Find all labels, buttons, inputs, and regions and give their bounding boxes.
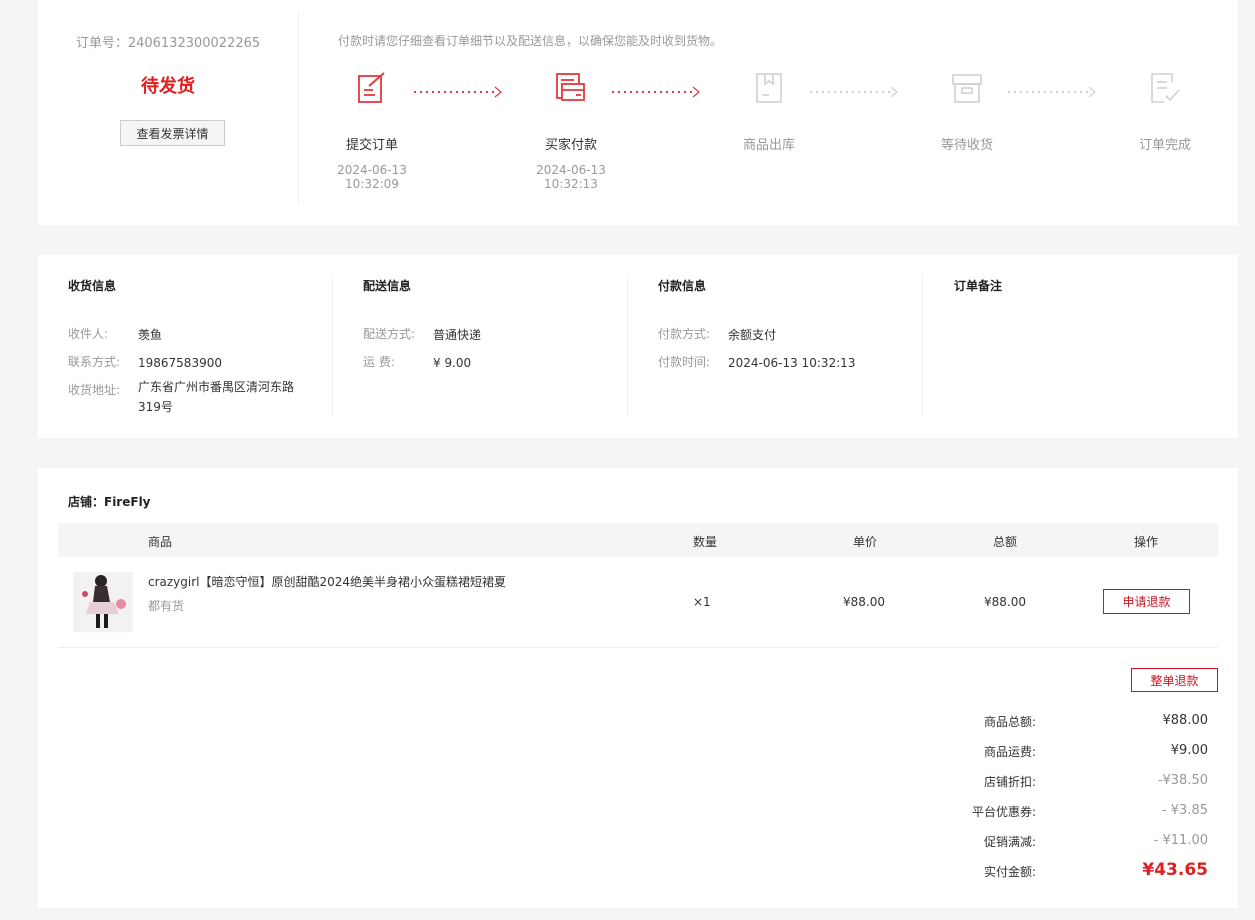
step-time: 10:32:13 <box>544 177 598 191</box>
summary-label: 平台优惠券: <box>971 805 1036 819</box>
receiver-phone: 19867583900 <box>138 356 222 370</box>
refund-whole-order-button[interactable]: 整单退款 <box>1131 668 1218 692</box>
payment-time: 2024-06-13 10:32:13 <box>728 356 856 370</box>
receiver-info: 收货信息 收件人: 羡鱼 联系方式: 19867583900 收货地址: 广东省… <box>38 255 333 438</box>
summary-value: - ¥3.85 <box>1161 803 1208 818</box>
summary-platform-coupon: 平台优惠券: - ¥3.85 <box>972 803 1208 823</box>
product-thumbnail[interactable] <box>73 572 133 632</box>
payment-method: 余额支付 <box>728 328 777 342</box>
summary-label: 促销满减: <box>983 835 1036 849</box>
receiver-name: 羡鱼 <box>138 328 163 342</box>
summary-paid-amount: 实付金额: ¥43.65 <box>978 860 1208 883</box>
product-price: ¥88.00 <box>843 595 885 609</box>
receiver-address: 广东省广州市番禺区清河东路319号 <box>138 380 295 414</box>
step-arrow <box>414 86 502 98</box>
header-action: 操作 <box>1134 535 1159 549</box>
product-spec: 都有货 <box>148 599 185 613</box>
order-goods-card: 店铺：FireFly 商品 数量 单价 总额 操作 crazygirl【暗恋守恒… <box>38 468 1238 908</box>
field-label: 收件人: <box>68 327 109 341</box>
step-order-complete: 订单完成 <box>1120 70 1210 153</box>
step-date: 2024-06-13 <box>536 163 606 177</box>
summary-promotion: 促销满减: - ¥11.00 <box>978 833 1208 853</box>
apply-refund-button[interactable]: 申请退款 <box>1103 589 1190 614</box>
receive-box-icon <box>952 74 982 103</box>
section-title: 收货信息 <box>68 279 117 293</box>
field-label: 收货地址: <box>68 383 121 397</box>
step-arrow <box>612 86 700 98</box>
section-title: 配送信息 <box>363 279 412 293</box>
summary-value: -¥38.50 <box>1157 773 1208 788</box>
summary-label: 店铺折扣: <box>983 775 1036 789</box>
goods-table-header: 商品 数量 单价 总额 操作 <box>58 523 1218 557</box>
paid-amount: ¥43.65 <box>1142 860 1208 880</box>
summary-goods-total: 商品总额: ¥88.00 <box>978 713 1208 733</box>
table-row: crazygirl【暗恋守恒】原创甜酷2024绝美半身裙小众蛋糕裙短裙夏 都有货… <box>58 557 1218 648</box>
field-label: 联系方式: <box>68 355 121 369</box>
delivery-fee: ¥ 9.00 <box>433 356 472 370</box>
order-status-card: 订单号：2406132300022265 待发货 查看发票详情 付款时请您仔细查… <box>38 0 1238 225</box>
step-label: 商品出库 <box>742 138 795 153</box>
order-status-text: 待发货 <box>141 76 195 97</box>
step-await-receipt: 等待收货 <box>922 70 1012 153</box>
field-label: 运 费: <box>363 355 395 369</box>
step-submit-order: 提交订单 2024-06-13 10:32:09 <box>327 70 417 191</box>
section-title: 付款信息 <box>658 279 707 293</box>
step-arrow <box>1008 86 1096 98</box>
order-remark: 订单备注 <box>924 255 1238 438</box>
step-label: 买家付款 <box>544 138 597 153</box>
product-total: ¥88.00 <box>984 595 1026 609</box>
order-status-panel: 订单号：2406132300022265 待发货 查看发票详情 <box>38 0 298 205</box>
step-time: 10:32:09 <box>345 177 399 191</box>
header-total: 总额 <box>993 535 1018 549</box>
step-label: 等待收货 <box>940 138 993 153</box>
divider <box>298 12 299 204</box>
step-outbound: 商品出库 <box>724 70 814 153</box>
summary-shipping: 商品运费: ¥9.00 <box>978 743 1208 763</box>
step-buyer-payment: 买家付款 2024-06-13 10:32:13 <box>526 70 616 191</box>
summary-value: ¥9.00 <box>1170 743 1208 758</box>
delivery-info: 配送信息 配送方式: 普通快递 运 费: ¥ 9.00 <box>333 255 628 438</box>
summary-shop-discount: 店铺折扣: -¥38.50 <box>978 773 1208 793</box>
summary-value: - ¥11.00 <box>1153 833 1208 848</box>
product-name[interactable]: crazygirl【暗恋守恒】原创甜酷2024绝美半身裙小众蛋糕裙短裙夏 <box>148 573 506 590</box>
outbound-box-icon <box>756 73 782 103</box>
header-price: 单价 <box>853 535 878 549</box>
header-qty: 数量 <box>693 535 718 549</box>
summary-value: ¥88.00 <box>1162 713 1209 728</box>
summary-label: 商品运费: <box>983 745 1036 759</box>
step-label: 提交订单 <box>345 138 398 153</box>
section-title: 订单备注 <box>954 279 1003 293</box>
product-qty: ×1 <box>693 595 711 609</box>
field-label: 配送方式: <box>363 327 416 341</box>
order-number: 订单号：2406132300022265 <box>75 36 261 51</box>
summary-label: 实付金额: <box>983 865 1036 879</box>
payment-info: 付款信息 付款方式: 余额支付 付款时间: 2024-06-13 10:32:1… <box>628 255 923 438</box>
step-label: 订单完成 <box>1138 138 1191 153</box>
delivery-method: 普通快递 <box>433 328 482 342</box>
summary-label: 商品总额: <box>983 715 1036 729</box>
field-label: 付款时间: <box>658 355 711 369</box>
header-product: 商品 <box>148 535 173 549</box>
step-date: 2024-06-13 <box>337 163 407 177</box>
submit-order-icon <box>358 72 385 103</box>
field-label: 付款方式: <box>658 327 711 341</box>
payment-hint: 付款时请您仔细查看订单细节以及配送信息，以确保您能及时收到货物。 <box>338 34 723 48</box>
step-arrow <box>810 86 898 98</box>
divider <box>922 275 923 417</box>
shop-name: 店铺：FireFly <box>68 495 151 509</box>
payment-card-icon <box>556 73 585 101</box>
view-invoice-button[interactable]: 查看发票详情 <box>120 120 225 146</box>
order-info-card: 收货信息 收件人: 羡鱼 联系方式: 19867583900 收货地址: 广东省… <box>38 255 1238 438</box>
order-complete-icon <box>1151 73 1180 103</box>
